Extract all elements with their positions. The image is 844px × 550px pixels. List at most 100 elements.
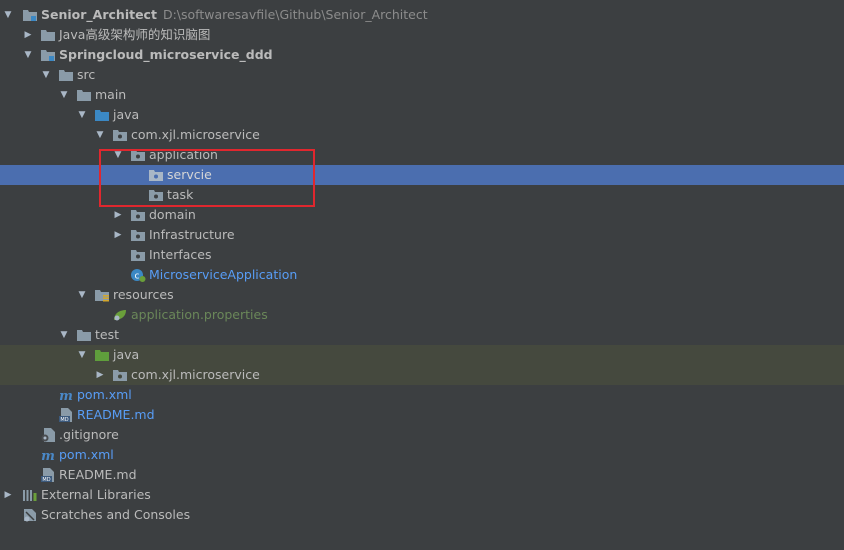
collapsed-arrow-icon[interactable]: ▶ [2, 485, 14, 505]
test-folder-icon [94, 348, 110, 362]
module-readme-label: README.md [77, 407, 155, 422]
test-java-label: java [113, 347, 140, 362]
tree-row-src[interactable]: ▼ src [0, 65, 844, 85]
expanded-arrow-icon[interactable]: ▼ [22, 45, 34, 65]
expanded-arrow-icon[interactable]: ▼ [2, 5, 14, 25]
tree-row-main[interactable]: ▼ main [0, 85, 844, 105]
collapsed-arrow-icon[interactable]: ▶ [112, 225, 124, 245]
collapsed-arrow-icon[interactable]: ▶ [94, 365, 106, 385]
package-test-label: com.xjl.microservice [131, 367, 260, 382]
tree-row-module[interactable]: ▼ Springcloud_microservice_ddd [0, 45, 844, 65]
tree-row-infrastructure[interactable]: ▶ Infrastructure [0, 225, 844, 245]
collapsed-arrow-icon[interactable]: ▶ [112, 205, 124, 225]
svg-text:m: m [41, 449, 55, 462]
package-icon [130, 208, 146, 222]
package-icon [130, 248, 146, 262]
expanded-arrow-icon[interactable]: ▼ [76, 285, 88, 305]
package-icon [148, 188, 164, 202]
expanded-arrow-icon[interactable]: ▼ [76, 345, 88, 365]
tree-row-test[interactable]: ▼ test [0, 325, 844, 345]
folder-icon [76, 328, 92, 342]
domain-label: domain [149, 207, 196, 222]
spring-properties-icon [112, 308, 128, 322]
gitignore-label: .gitignore [59, 427, 119, 442]
gitignore-icon [40, 428, 56, 442]
markdown-icon: MD [40, 468, 56, 482]
package-icon [130, 148, 146, 162]
tree-row-root-readme[interactable]: MD README.md [0, 465, 844, 485]
tree-row-java-notes[interactable]: ▶ Java高级架构师的知识脑图 [0, 25, 844, 45]
src-label: src [77, 67, 96, 82]
tree-row-test-java[interactable]: ▼ java [0, 345, 844, 365]
tree-row-application[interactable]: ▼ application [0, 145, 844, 165]
tree-row-scratches[interactable]: Scratches and Consoles [0, 505, 844, 525]
tree-row-domain[interactable]: ▶ domain [0, 205, 844, 225]
tree-row-properties[interactable]: application.properties [0, 305, 844, 325]
tree-row-package-main[interactable]: ▼ com.xjl.microservice [0, 125, 844, 145]
root-project-label: Senior_Architect D:\softwaresavfile\Githu… [41, 7, 428, 22]
tree-row-package-test[interactable]: ▶ com.xjl.microservice [0, 365, 844, 385]
module-icon [22, 8, 38, 22]
application-label: application [149, 147, 218, 162]
spring-boot-class-icon: c [130, 268, 146, 282]
properties-label: application.properties [131, 307, 268, 322]
libraries-icon [22, 488, 38, 502]
external-libraries-label: External Libraries [41, 487, 151, 502]
test-label: test [95, 327, 120, 342]
package-icon [130, 228, 146, 242]
svg-text:m: m [59, 389, 73, 402]
tree-row-task[interactable]: task [0, 185, 844, 205]
folder-icon [76, 88, 92, 102]
module-icon [40, 48, 56, 62]
infrastructure-label: Infrastructure [149, 227, 235, 242]
module-label: Springcloud_microservice_ddd [59, 47, 273, 62]
resources-folder-icon [94, 288, 110, 302]
package-icon [148, 168, 164, 182]
expanded-arrow-icon[interactable]: ▼ [76, 105, 88, 125]
tree-row-gitignore[interactable]: .gitignore [0, 425, 844, 445]
svg-text:MD: MD [60, 417, 68, 422]
tree-row-module-readme[interactable]: MD README.md [0, 405, 844, 425]
tree-row-module-pom[interactable]: m pom.xml [0, 385, 844, 405]
tree-row-root-pom[interactable]: m pom.xml [0, 445, 844, 465]
main-java-label: java [113, 107, 140, 122]
app-class-label: MicroserviceApplication [149, 267, 298, 282]
package-main-label: com.xjl.microservice [131, 127, 260, 142]
expanded-arrow-icon[interactable]: ▼ [58, 325, 70, 345]
project-tree[interactable]: ▼ Senior_Architect D:\softwaresavfile\Git… [0, 5, 844, 525]
module-pom-label: pom.xml [77, 387, 132, 402]
scratches-label: Scratches and Consoles [41, 507, 191, 522]
expanded-arrow-icon[interactable]: ▼ [40, 65, 52, 85]
expanded-arrow-icon[interactable]: ▼ [58, 85, 70, 105]
interfaces-label: Interfaces [149, 247, 212, 262]
markdown-icon: MD [58, 408, 74, 422]
tree-row-root[interactable]: ▼ Senior_Architect D:\softwaresavfile\Git… [0, 5, 844, 25]
tree-row-main-java[interactable]: ▼ java [0, 105, 844, 125]
tree-row-external-libraries[interactable]: ▶ External Libraries [0, 485, 844, 505]
tree-row-interfaces[interactable]: Interfaces [0, 245, 844, 265]
folder-icon [40, 28, 56, 42]
main-label: main [95, 87, 127, 102]
tree-row-app-class[interactable]: c MicroserviceApplication [0, 265, 844, 285]
svg-text:MD: MD [42, 477, 50, 482]
folder-icon [58, 68, 74, 82]
tree-row-resources[interactable]: ▼ resources [0, 285, 844, 305]
maven-icon: m [40, 448, 56, 462]
scratches-icon [22, 508, 38, 522]
maven-icon: m [58, 388, 74, 402]
package-icon [112, 368, 128, 382]
svg-text:c: c [135, 272, 140, 282]
task-label: task [167, 187, 194, 202]
source-folder-icon [94, 108, 110, 122]
collapsed-arrow-icon[interactable]: ▶ [22, 25, 34, 45]
expanded-arrow-icon[interactable]: ▼ [94, 125, 106, 145]
root-pom-label: pom.xml [59, 447, 114, 462]
java-notes-label: Java高级架构师的知识脑图 [59, 27, 211, 42]
root-path: D:\softwaresavfile\Github\Senior_Archite… [162, 7, 428, 22]
expanded-arrow-icon[interactable]: ▼ [112, 145, 124, 165]
root-readme-label: README.md [59, 467, 137, 482]
tree-row-servcie[interactable]: servcie [0, 165, 844, 185]
servcie-label: servcie [167, 167, 212, 182]
resources-label: resources [113, 287, 174, 302]
package-icon [112, 128, 128, 142]
